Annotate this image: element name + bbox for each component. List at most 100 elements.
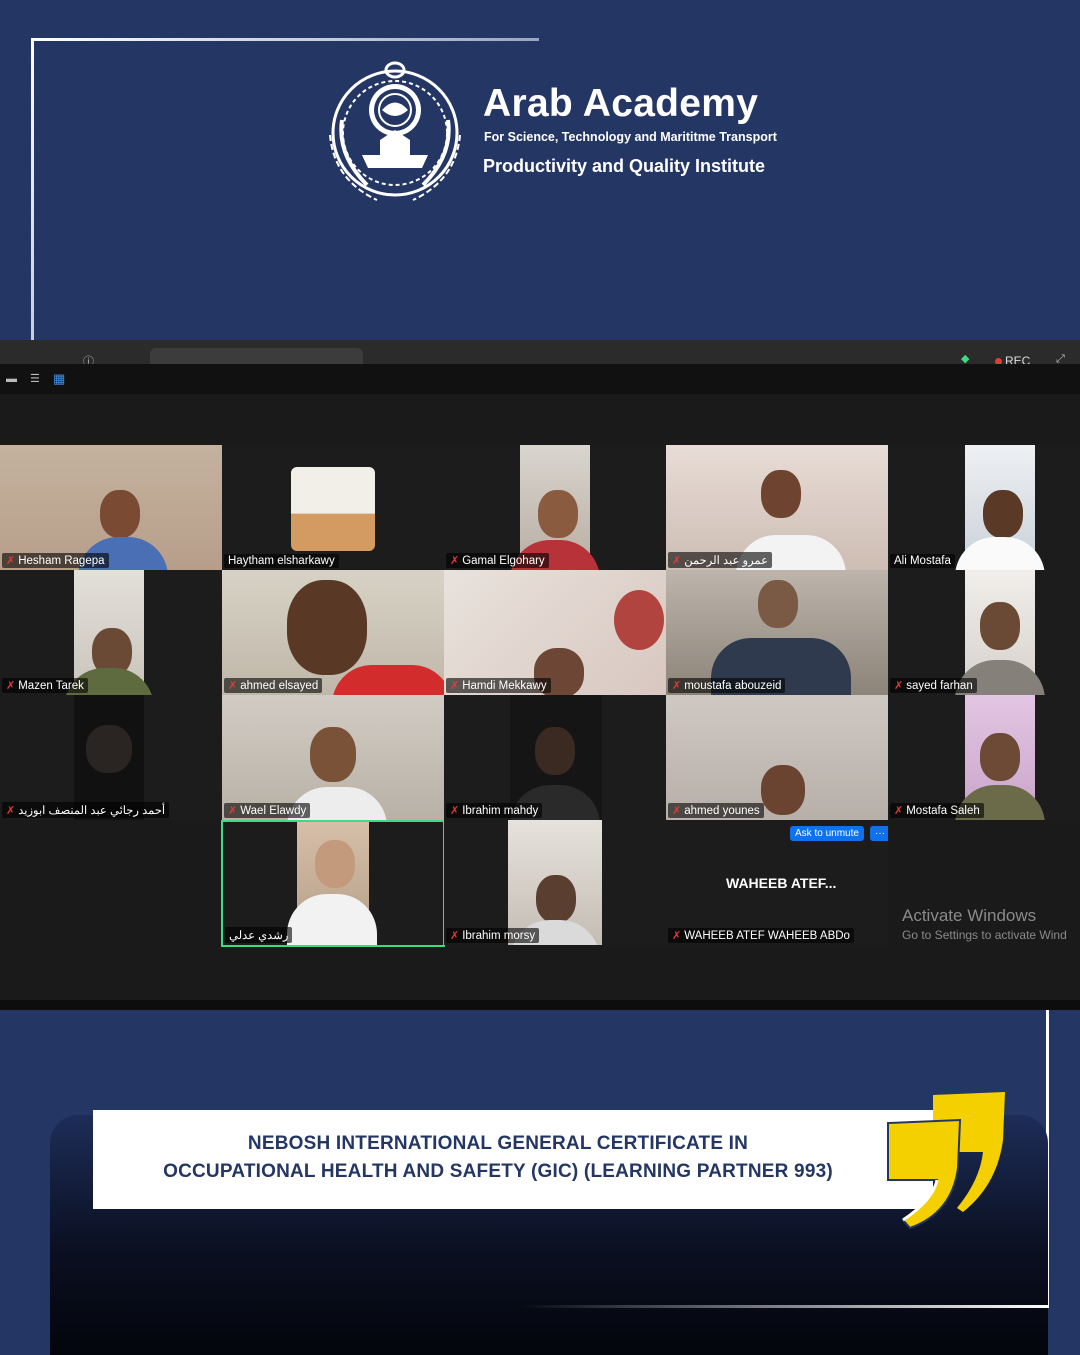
participant-name: ahmed elsayed (240, 680, 319, 692)
participant-tile-active-speaker[interactable]: رشدي عدلي (221, 820, 445, 947)
muted-mic-icon: ✗ (450, 555, 460, 567)
participant-name-tag: رشدي عدلي (225, 927, 293, 943)
participant-name-tag: ✗ أحمد رجائي عبد المنصف ابوزيد (2, 802, 170, 818)
muted-mic-icon: ✗ (894, 680, 904, 692)
participant-tile[interactable]: Haytham elsharkawy (222, 445, 444, 570)
participant-tile[interactable]: ✗ ahmed elsayed (222, 570, 444, 695)
muted-mic-icon: ✗ (894, 805, 904, 817)
participant-name: أحمد رجائي عبد المنصف ابوزيد (18, 805, 166, 817)
video-feed (508, 820, 602, 945)
participant-name-tag: ✗ Wael Elawdy (224, 803, 311, 818)
face-shape (980, 733, 1020, 781)
face-shape (536, 875, 576, 923)
zoom-title-bar: ⓘ ◆ REC ⤢ (0, 340, 1080, 368)
muted-mic-icon: ✗ (450, 680, 460, 692)
decor-shape (614, 590, 664, 650)
face-shape (761, 470, 801, 518)
video-feed (444, 570, 666, 695)
caption-line-1: NEBOSH INTERNATIONAL GENERAL CERTIFICATE… (247, 1133, 749, 1154)
caption-box: NEBOSH INTERNATIONAL GENERAL CERTIFICATE… (93, 1110, 933, 1209)
more-options-button[interactable]: ··· (870, 826, 888, 841)
muted-mic-icon: ✗ (672, 930, 682, 942)
body-shape (955, 537, 1045, 570)
video-feed (955, 695, 1045, 820)
participant-tile[interactable]: Ali Mostafa (888, 445, 1080, 570)
muted-mic-icon: ✗ (672, 555, 682, 567)
participant-tile[interactable]: ✗ أحمد رجائي عبد المنصف ابوزيد (0, 695, 222, 820)
minimize-icon[interactable]: ▬ (6, 373, 17, 385)
body-shape (287, 894, 377, 945)
video-feed (287, 822, 377, 945)
gallery-view-icon[interactable]: ▦ (53, 371, 65, 387)
participant-name: Ibrahim morsy (462, 930, 536, 942)
muted-mic-icon: ✗ (6, 555, 16, 567)
participant-tile[interactable]: ✗ moustafa abouzeid (666, 570, 888, 695)
muted-mic-icon: ✗ (450, 930, 460, 942)
participant-name-tag: ✗ ahmed elsayed (224, 678, 323, 693)
ask-to-unmute-button[interactable]: Ask to unmute (790, 826, 864, 841)
video-feed (222, 695, 444, 820)
participant-name: Haytham elsharkawy (228, 555, 335, 567)
participant-tile[interactable]: ✗ sayed farhan (888, 570, 1080, 695)
muted-mic-icon: ✗ (6, 805, 16, 817)
activate-windows-watermark: Activate Windows Go to Settings to activ… (902, 906, 1067, 942)
participant-tile[interactable]: ✗ Ibrahim mahdy (444, 695, 666, 820)
activate-windows-title: Activate Windows (902, 906, 1037, 925)
video-feed (955, 570, 1045, 695)
speaker-view-icon[interactable]: ☰ (30, 372, 40, 385)
face-shape (310, 727, 356, 782)
participant-tile[interactable]: ✗ Hamdi Mekkawy (444, 570, 666, 695)
participant-name: Ibrahim mahdy (462, 805, 539, 817)
participant-name-tag: Ali Mostafa (890, 554, 955, 568)
frame-line-top (31, 38, 539, 41)
participant-tile[interactable]: Ask to unmute ··· WAHEEB ATEF... ✗ WAHEEB… (666, 820, 888, 945)
face-shape (100, 490, 140, 538)
brand-subtitle: For Science, Technology and Marititme Tr… (484, 130, 777, 144)
academy-logo-icon (329, 61, 461, 201)
participant-tile[interactable]: ✗ Gamal Elgohary (444, 445, 666, 570)
zoom-meeting-window: ⓘ ◆ REC ⤢ ▬ ☰ ▦ ✗ Hesham Ragepa Haytham e… (0, 340, 1080, 1010)
zoom-tab[interactable] (150, 348, 363, 364)
quote-mark-icon (887, 1092, 1005, 1230)
participant-name-tag: ✗ Gamal Elgohary (446, 553, 549, 568)
participant-tile[interactable]: ✗ ahmed younes (666, 695, 888, 820)
participant-name-tag: ✗ ahmed younes (668, 803, 764, 818)
participant-tile[interactable]: ✗ Mostafa Saleh (888, 695, 1080, 820)
face-shape (758, 580, 798, 628)
muted-mic-icon: ✗ (6, 680, 16, 692)
zoom-toolbar: ▬ ☰ ▦ (0, 364, 1080, 394)
participant-name: Mostafa Saleh (906, 805, 980, 817)
video-feed (222, 570, 444, 695)
participant-name-tag: ✗ Ibrahim mahdy (446, 803, 543, 818)
participant-tile[interactable]: ✗ Hesham Ragepa (0, 445, 222, 570)
face-shape (538, 490, 578, 538)
face-shape (287, 580, 367, 675)
participant-name: sayed farhan (906, 680, 973, 692)
face-shape (983, 490, 1023, 538)
participant-name: Ali Mostafa (894, 555, 951, 567)
participant-name-tag: ✗ Mazen Tarek (2, 678, 88, 693)
muted-mic-icon: ✗ (672, 805, 682, 817)
body-shape (332, 665, 444, 695)
face-shape (86, 725, 132, 773)
participant-tile[interactable]: ✗ Mazen Tarek (0, 570, 222, 695)
participant-name-tag: ✗ moustafa abouzeid (668, 678, 786, 693)
participant-name-tag: Haytham elsharkawy (224, 554, 339, 568)
participant-name-tag: ✗ sayed farhan (890, 678, 977, 693)
caption-line-2: OCCUPATIONAL HEALTH AND SAFETY (GIC) (LE… (163, 1161, 833, 1182)
participant-tile[interactable]: ✗ Ibrahim morsy (444, 820, 666, 945)
muted-mic-icon: ✗ (672, 680, 682, 692)
face-shape (535, 727, 575, 775)
participant-tile[interactable]: ✗ Wael Elawdy (222, 695, 444, 820)
participant-name: moustafa abouzeid (684, 680, 782, 692)
participant-tile[interactable]: ✗ عمرو عبد الرحمن (666, 445, 888, 570)
frame-line-bottom (520, 1305, 1049, 1308)
video-feed (955, 445, 1045, 570)
face-shape (315, 840, 355, 888)
participant-name: رشدي عدلي (229, 930, 289, 942)
participant-name-tag: ✗ Hamdi Mekkawy (446, 678, 551, 693)
institute-name: Productivity and Quality Institute (483, 156, 766, 176)
face-shape (980, 602, 1020, 650)
video-feed (666, 570, 888, 695)
participant-name: Wael Elawdy (240, 805, 307, 817)
